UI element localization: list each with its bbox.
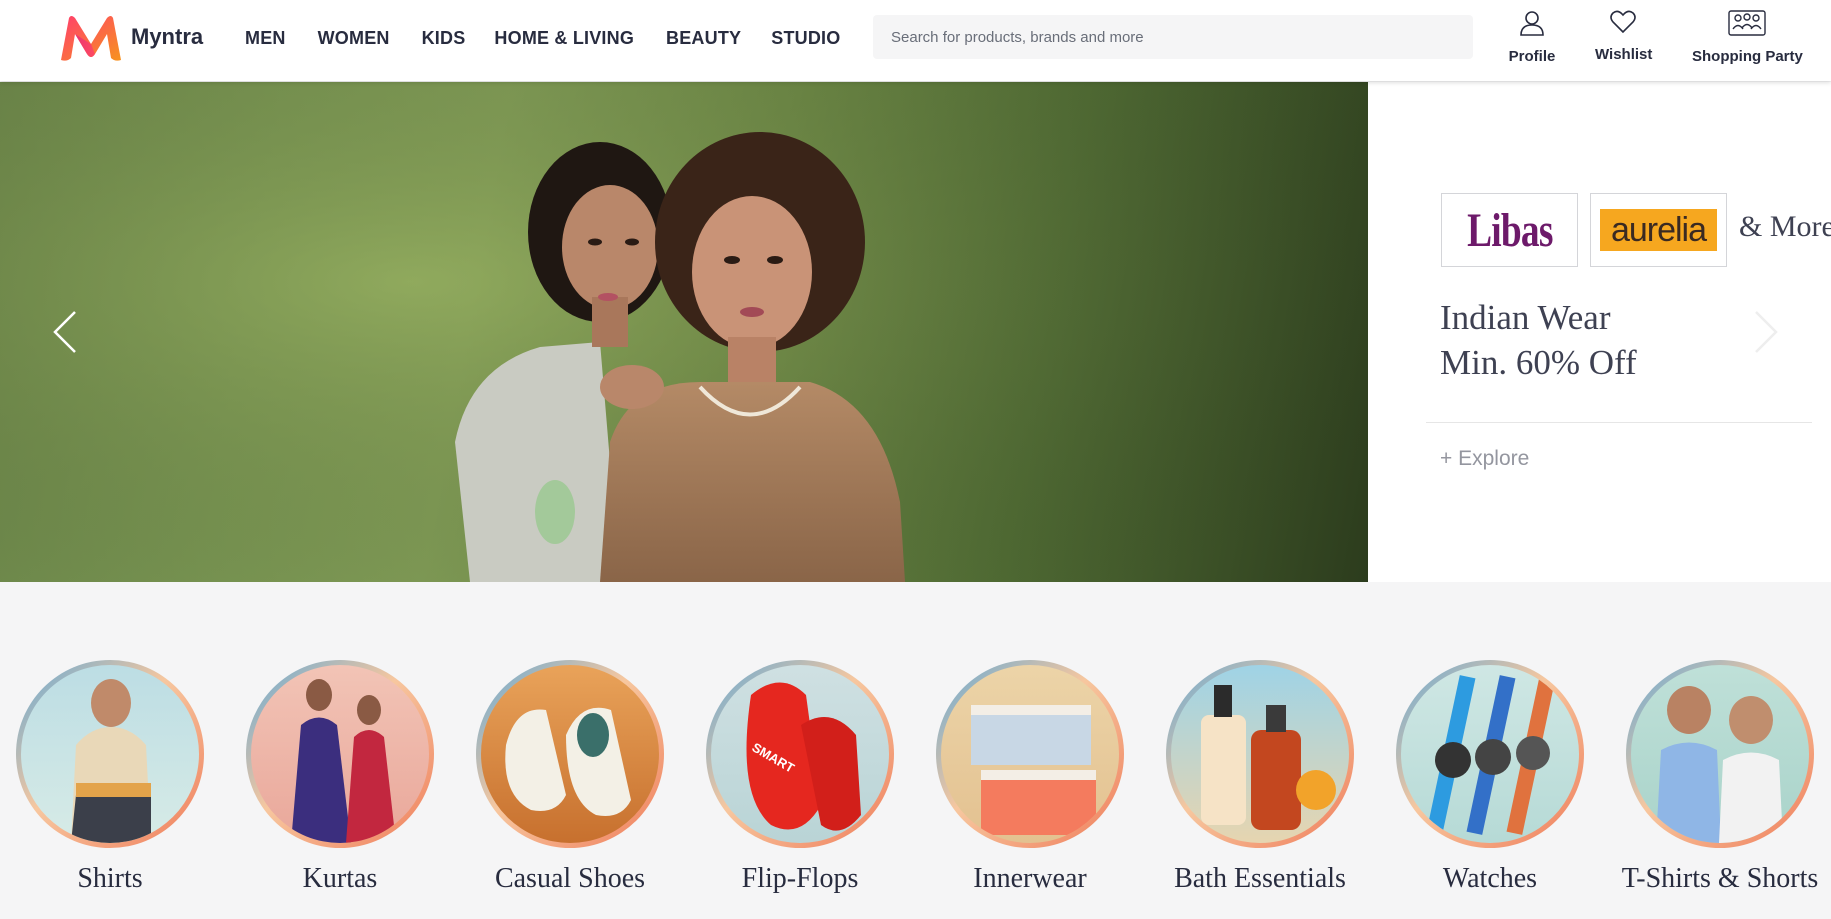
profile-label: Profile xyxy=(1508,48,1556,65)
hero-banner[interactable]: Libas aurelia & More Indian Wear Min. 60… xyxy=(0,82,1831,582)
category-label: T-Shirts & Shorts xyxy=(1621,863,1819,894)
group-icon xyxy=(1692,10,1802,36)
category-label: Casual Shoes xyxy=(494,863,646,894)
category-image xyxy=(16,660,204,848)
category-label: Shirts xyxy=(77,863,143,894)
category-flip-flops[interactable]: SMART Flip-Flops xyxy=(685,660,915,895)
category-image xyxy=(936,660,1124,848)
category-shirts[interactable]: Shirts xyxy=(0,660,225,895)
nav-kids[interactable]: KIDS xyxy=(422,28,466,49)
main-nav: MEN WOMEN KIDS HOME & LIVING BEAUTY STUD… xyxy=(245,28,840,49)
myntra-logo-icon[interactable] xyxy=(57,14,125,62)
hero-title-line2: Min. 60% Off xyxy=(1440,343,1637,382)
category-label: Watches xyxy=(1442,863,1538,894)
category-image xyxy=(246,660,434,848)
aurelia-logo: aurelia xyxy=(1590,193,1727,267)
category-kurtas[interactable]: Kurtas xyxy=(225,660,455,895)
category-image xyxy=(476,660,664,848)
profile-button[interactable]: Profile xyxy=(1506,10,1558,65)
nav-beauty[interactable]: BEAUTY xyxy=(666,28,741,49)
search-input[interactable] xyxy=(873,15,1473,59)
top-header: Myntra MEN WOMEN KIDS HOME & LIVING BEAU… xyxy=(0,0,1831,81)
category-label: Flip-Flops xyxy=(741,863,859,894)
chevron-left-icon[interactable] xyxy=(50,308,80,361)
logo-text[interactable]: Myntra xyxy=(131,24,203,50)
shopping-party-label: Shopping Party xyxy=(1692,48,1803,65)
category-image xyxy=(1166,660,1354,848)
category-watches[interactable]: Watches xyxy=(1375,660,1605,895)
nav-home-living[interactable]: HOME & LIVING xyxy=(494,28,634,49)
hero-image xyxy=(0,82,1368,582)
nav-men[interactable]: MEN xyxy=(245,28,286,49)
category-bath-essentials[interactable]: Bath Essentials xyxy=(1145,660,1375,895)
wishlist-label: Wishlist xyxy=(1595,46,1653,63)
hero-title: Indian Wear Min. 60% Off xyxy=(1440,295,1637,385)
nav-women[interactable]: WOMEN xyxy=(318,28,390,49)
category-image xyxy=(1396,660,1584,848)
category-casual-shoes[interactable]: Casual Shoes xyxy=(455,660,685,895)
category-tshirts-shorts[interactable]: T-Shirts & Shorts xyxy=(1605,660,1831,895)
brands-suffix: & More xyxy=(1739,210,1831,243)
heart-icon xyxy=(1595,10,1651,34)
category-innerwear[interactable]: Innerwear xyxy=(915,660,1145,895)
search-bar xyxy=(873,15,1473,59)
wishlist-button[interactable]: Wishlist xyxy=(1595,10,1653,63)
hero-title-line1: Indian Wear xyxy=(1440,298,1611,337)
category-label: Kurtas xyxy=(302,863,378,894)
libas-logo: Libas xyxy=(1441,193,1578,267)
user-icon xyxy=(1506,10,1558,36)
category-label: Innerwear xyxy=(973,863,1087,894)
chevron-right-icon[interactable] xyxy=(1751,308,1781,361)
hero-divider xyxy=(1426,422,1812,423)
nav-studio[interactable]: STUDIO xyxy=(771,28,840,49)
category-image xyxy=(1626,660,1814,848)
category-image: SMART xyxy=(706,660,894,848)
category-label: Bath Essentials xyxy=(1174,863,1346,894)
shopping-party-button[interactable]: Shopping Party xyxy=(1692,10,1803,65)
aurelia-logo-text: aurelia xyxy=(1610,210,1707,249)
explore-link[interactable]: + Explore xyxy=(1440,447,1529,471)
category-strip: Shirts Kurtas Casual Shoes SMART Flip-Fl… xyxy=(0,582,1831,919)
libas-logo-text: Libas xyxy=(1466,203,1553,257)
